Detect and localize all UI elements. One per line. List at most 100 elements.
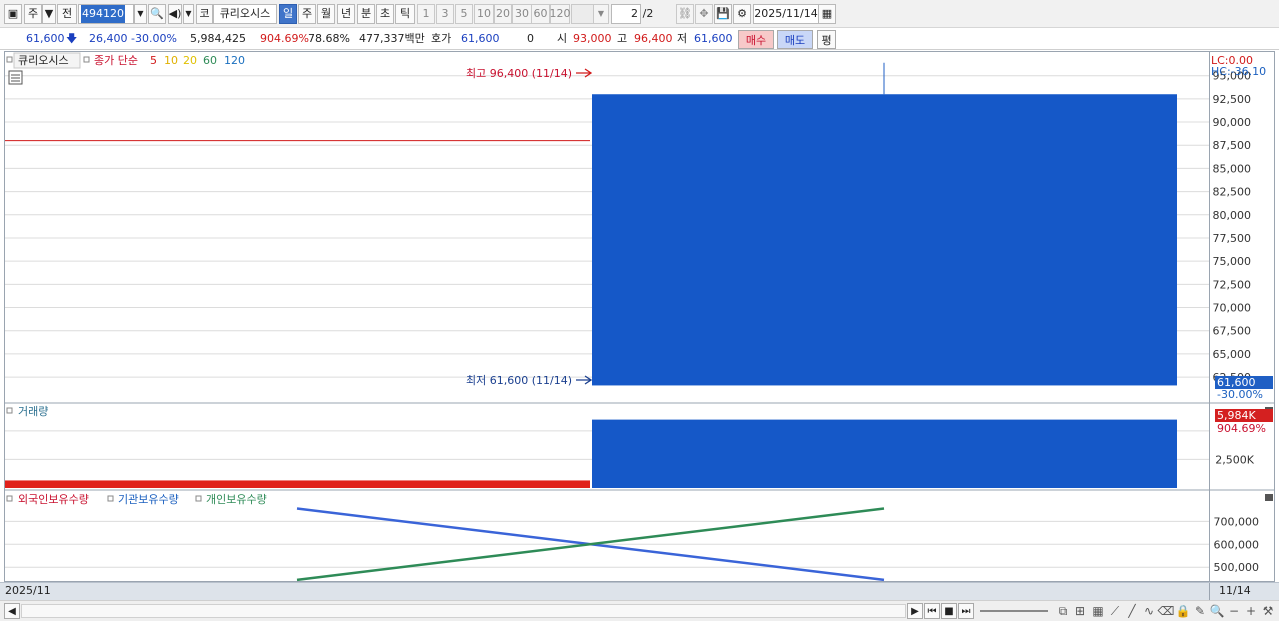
layout-icon[interactable]: ⊞ xyxy=(1072,603,1088,619)
zoom-in-icon[interactable]: + xyxy=(1243,603,1259,619)
save-icon[interactable]: 💾 xyxy=(714,4,732,24)
ko-label: 코 xyxy=(199,7,210,20)
period-label: 초 xyxy=(379,7,391,20)
gear-icon[interactable]: ⚙ xyxy=(733,4,751,24)
date-axis-divider xyxy=(1209,583,1210,601)
legend-ma-10: 10 xyxy=(164,54,178,67)
code-dropdown-icon[interactable]: ▼ xyxy=(134,4,147,24)
low-label: 저 xyxy=(677,32,688,45)
settings-icon[interactable]: ⚒ xyxy=(1260,603,1276,619)
price-tick-label: 65,000 xyxy=(1213,348,1252,361)
sell-button[interactable]: 매도 xyxy=(777,30,813,49)
stock-name: 큐리오시스 xyxy=(219,7,271,20)
speaker-icon[interactable]: ◀) xyxy=(168,4,182,24)
period-tick-button[interactable]: 틱 xyxy=(395,4,415,24)
window-icon[interactable]: ⧉ xyxy=(1055,603,1071,619)
high-price: 96,400 xyxy=(634,32,673,45)
interval-1-button[interactable]: 1 xyxy=(417,4,435,24)
interval-120-button[interactable]: 120 xyxy=(550,4,571,24)
grid-icon[interactable]: ▦ xyxy=(1090,603,1106,619)
holdings-tick-label: 700,000 xyxy=(1214,515,1260,528)
price-tick-label: 87,500 xyxy=(1213,139,1252,152)
ko-button[interactable]: 코 xyxy=(196,4,213,24)
period-label: 틱 xyxy=(399,7,411,20)
eraser-icon[interactable]: ⌫ xyxy=(1158,603,1175,619)
trendline-icon[interactable]: ⟋ xyxy=(1107,603,1123,619)
holdings-tick-label: 500,000 xyxy=(1214,561,1260,574)
quote-bar: 61,600 🡇 26,400 -30.00% 5,984,425 904.69… xyxy=(0,28,1279,50)
period-minute-button[interactable]: 분 xyxy=(357,4,375,24)
speaker-dropdown-icon[interactable]: ▼ xyxy=(183,4,194,24)
interval-20-button[interactable]: 20 xyxy=(494,4,512,24)
wave-icon[interactable]: ∿ xyxy=(1141,603,1157,619)
link-icon[interactable]: ⛓ xyxy=(676,4,694,24)
market-selector[interactable]: 주 xyxy=(24,4,42,24)
change-percent: -30.00% xyxy=(131,32,177,45)
holdings-pane-close-icon[interactable] xyxy=(1265,494,1273,501)
window-menu-icon[interactable]: ▣ xyxy=(4,4,22,24)
price-tick-label: 82,500 xyxy=(1213,186,1252,199)
scroll-left-icon[interactable]: ◀ xyxy=(4,603,20,619)
interval-label: 20 xyxy=(496,7,510,20)
market-dropdown-icon[interactable]: ▼ xyxy=(42,4,56,24)
high-label: 고 xyxy=(617,32,628,45)
fast-forward-icon[interactable]: ⏭ xyxy=(958,603,974,619)
period-label: 주 xyxy=(301,7,313,20)
stock-code-input[interactable]: 494120 xyxy=(78,4,134,24)
prev-button[interactable]: 전 xyxy=(57,4,77,24)
interval-60-button[interactable]: 60 xyxy=(531,4,550,24)
period-week-button[interactable]: 주 xyxy=(298,4,316,24)
page-input[interactable]: 2 xyxy=(611,4,641,24)
interval-3-button[interactable]: 3 xyxy=(436,4,454,24)
price-tick-label: 92,500 xyxy=(1213,93,1252,106)
chart-canvas[interactable]: 95,00092,50090,00087,50085,00082,50080,0… xyxy=(0,51,1279,582)
volume-tick-label: 2,500K xyxy=(1215,453,1254,466)
date-input[interactable]: 2025/11/14 xyxy=(753,4,819,24)
period-day-button[interactable]: 일 xyxy=(279,4,297,24)
legend-ma-20: 20 xyxy=(183,54,197,67)
interval-dropdown-icon[interactable]: ▼ xyxy=(593,4,609,24)
draw-line-icon[interactable]: ╱ xyxy=(1124,603,1140,619)
price-tick-label: 75,000 xyxy=(1213,255,1252,268)
page-total: /2 xyxy=(641,4,655,24)
volume-value: 5,984,425 xyxy=(190,32,246,45)
period-second-button[interactable]: 초 xyxy=(376,4,394,24)
interval-10-button[interactable]: 10 xyxy=(474,4,494,24)
holdings-legend-foreign: 외국인보유수량 xyxy=(18,493,89,506)
interval-5-button[interactable]: 5 xyxy=(455,4,473,24)
buy-button[interactable]: 매수 xyxy=(738,30,774,49)
avg-button[interactable]: 평 xyxy=(817,30,836,49)
candle-body[interactable] xyxy=(592,94,1177,386)
change-value: 26,400 xyxy=(89,32,128,45)
hoga-price: 61,600 xyxy=(461,32,500,45)
market-label: 주 xyxy=(27,7,39,20)
stock-name-field[interactable]: 큐리오시스 xyxy=(213,4,277,24)
pencil-icon[interactable]: ✎ xyxy=(1192,603,1208,619)
volume-bar[interactable] xyxy=(5,480,590,488)
volume-bar[interactable] xyxy=(592,419,1177,488)
date-value: 2025/11/14 xyxy=(754,7,818,20)
zoom-slider[interactable] xyxy=(980,610,1048,612)
period-year-button[interactable]: 년 xyxy=(337,4,355,24)
crosshair-icon[interactable]: ✥ xyxy=(695,4,713,24)
zoom-out-icon[interactable]: − xyxy=(1226,603,1242,619)
buy-label: 매수 xyxy=(745,33,767,47)
scroll-right-icon[interactable]: ▶ xyxy=(907,603,923,619)
rewind-icon[interactable]: ⏮ xyxy=(924,603,940,619)
stop-icon[interactable]: ■ xyxy=(941,603,957,619)
lock-icon[interactable]: 🔒 xyxy=(1175,603,1191,619)
interval-label: 1 xyxy=(422,7,430,20)
period-label: 분 xyxy=(360,7,372,20)
price-series xyxy=(5,62,1177,386)
zoom-icon[interactable]: 🔍 xyxy=(1209,603,1225,619)
horizontal-scrollbar[interactable] xyxy=(21,604,906,618)
holdings-tick-label: 600,000 xyxy=(1214,538,1260,551)
legend-marker xyxy=(6,495,13,502)
date-axis-month: 2025/11 xyxy=(5,584,51,597)
current-price: 61,600 xyxy=(26,32,65,45)
chart-area[interactable]: 95,000 92,500 90,000 87,500 85,000 82,500 80,0… xyxy=(0,51,1279,600)
calendar-icon[interactable]: ▦ xyxy=(818,4,836,24)
period-month-button[interactable]: 월 xyxy=(317,4,335,24)
interval-30-button[interactable]: 30 xyxy=(512,4,532,24)
search-icon[interactable]: 🔍 xyxy=(148,4,166,24)
